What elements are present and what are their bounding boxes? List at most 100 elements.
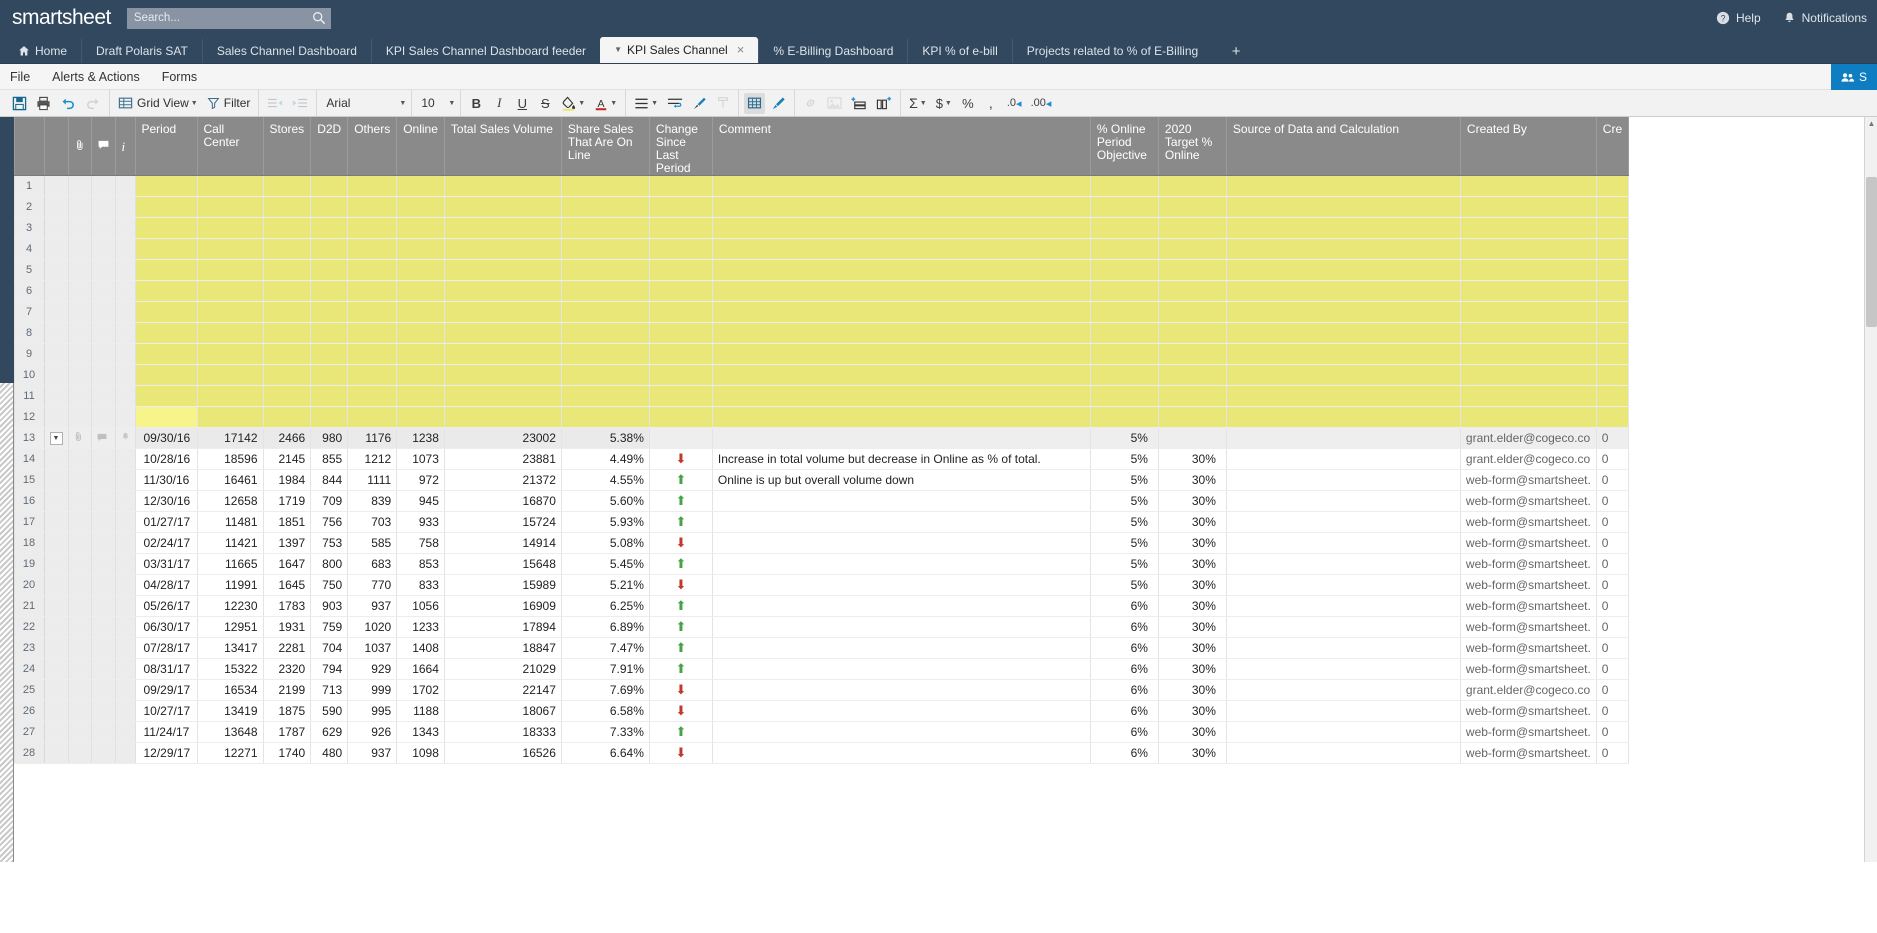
cell-source-of-data[interactable] (1226, 637, 1461, 659)
cell-comment[interactable] (712, 532, 1091, 554)
cell-total-sales-volume[interactable]: 18847 (444, 637, 562, 659)
cell-total-sales-volume[interactable]: 23002 (444, 427, 562, 449)
cell-pct-online-objective[interactable]: 5% (1090, 511, 1159, 533)
attachment-cell[interactable] (68, 616, 92, 638)
row-number[interactable]: 6 (14, 280, 45, 302)
cell-total-sales-volume[interactable]: 18333 (444, 721, 562, 743)
attachment-cell[interactable] (68, 721, 92, 743)
gutter-cell[interactable]: ▼ (44, 427, 69, 449)
attachment-cell[interactable] (68, 553, 92, 575)
info-cell[interactable] (115, 637, 136, 659)
undo-icon[interactable] (57, 93, 79, 114)
column-header-period[interactable]: Period (135, 117, 198, 176)
info-cell[interactable] (115, 553, 136, 575)
cell-created-extra[interactable]: 0 (1596, 700, 1630, 722)
cell-stores[interactable]: 2145 (263, 448, 312, 470)
cell-change[interactable] (649, 238, 713, 260)
row-number[interactable]: 5 (14, 259, 45, 281)
cell-period[interactable] (135, 322, 198, 344)
cell-source-of-data[interactable] (1226, 574, 1461, 596)
cell-call-center[interactable]: 12230 (197, 595, 264, 617)
cell-objective[interactable] (1090, 196, 1159, 218)
cell-2020-target-pct-online[interactable]: 30% (1158, 742, 1227, 764)
gutter-cell[interactable] (44, 595, 69, 617)
cell-d2d[interactable]: 709 (310, 490, 349, 512)
cell-period[interactable]: 08/31/17 (135, 658, 198, 680)
cell-call-center[interactable] (197, 259, 264, 281)
attachment-cell[interactable] (68, 679, 92, 701)
tab-projects-related-to-e-billing[interactable]: Projects related to % of E-Billing (1011, 39, 1212, 63)
attachment-cell[interactable] (68, 259, 92, 281)
cell-change-since-last-period[interactable]: ⬆ (649, 637, 713, 659)
table-row[interactable]: 22 06/30/17 12951 1931 759 1020 1233 17894 6.89%… (0, 616, 1630, 638)
cell-others[interactable]: 995 (347, 700, 398, 722)
row-number[interactable]: 8 (14, 322, 45, 344)
table-row[interactable]: 16 12/30/16 12658 1719 709 839 945 16870 5.60% ⬆ 5… (0, 490, 1630, 512)
cell-comment[interactable] (712, 616, 1091, 638)
table-row[interactable]: 13 ▼ 09/30/16 17142 2466 980 1176 1238 23002 5.38… (0, 427, 1630, 449)
cell-share-sales-online[interactable]: 7.69% (561, 679, 650, 701)
comment-cell[interactable] (91, 280, 116, 302)
cell-created-by[interactable] (1460, 343, 1597, 365)
cell-others[interactable]: 703 (347, 511, 398, 533)
cell-share[interactable] (561, 322, 650, 344)
cell-online[interactable]: 1408 (396, 637, 445, 659)
row-menu-icon[interactable]: ▼ (49, 432, 63, 446)
info-cell[interactable] (115, 490, 136, 512)
comment-cell[interactable] (91, 175, 116, 197)
cell-comment[interactable] (712, 217, 1091, 239)
notifications-button[interactable]: Notifications (1783, 11, 1867, 25)
cell-call-center[interactable] (197, 280, 264, 302)
cell-period[interactable]: 12/30/16 (135, 490, 198, 512)
cell-source[interactable] (1226, 175, 1461, 197)
cell-period[interactable] (135, 196, 198, 218)
cell-objective[interactable] (1090, 406, 1159, 428)
cell-period[interactable]: 04/28/17 (135, 574, 198, 596)
scroll-up-arrow[interactable]: ▲ (1866, 119, 1877, 130)
cell-call-center[interactable]: 16461 (197, 469, 264, 491)
cell-d2d[interactable]: 980 (310, 427, 349, 449)
column-header-comment[interactable] (91, 117, 116, 176)
borders-button[interactable] (744, 92, 766, 114)
cell-created-by[interactable]: web-form@smartsheet. (1460, 637, 1597, 659)
italic-button[interactable]: I (489, 93, 509, 114)
gutter-cell[interactable] (44, 616, 69, 638)
chevron-down-icon[interactable]: ▼ (920, 100, 927, 107)
cell-call-center[interactable]: 18596 (197, 448, 264, 470)
percent-button[interactable]: % (958, 93, 978, 114)
cell-online[interactable] (396, 238, 445, 260)
cell-target[interactable] (1158, 322, 1227, 344)
cell-pct-online-objective[interactable]: 5% (1090, 427, 1159, 449)
chevron-down-icon[interactable]: ▼ (578, 100, 585, 107)
comment-cell[interactable] (91, 301, 116, 323)
cell-pct-online-objective[interactable]: 5% (1090, 574, 1159, 596)
chevron-down-icon[interactable]: ▼ (610, 100, 617, 107)
cell-pct-online-objective[interactable]: 6% (1090, 679, 1159, 701)
cell-created-by[interactable]: web-form@smartsheet. (1460, 553, 1597, 575)
cell-pct-online-objective[interactable]: 5% (1090, 553, 1159, 575)
cell-online[interactable]: 833 (396, 574, 445, 596)
cell-period[interactable] (135, 406, 198, 428)
cell-d2d[interactable] (310, 259, 349, 281)
vertical-scrollbar-thumb[interactable] (1866, 177, 1877, 327)
close-icon[interactable]: × (737, 37, 745, 63)
table-row[interactable]: 14 10/28/16 18596 2145 855 1212 1073 23881 4.49%… (0, 448, 1630, 470)
attachment-cell[interactable] (68, 427, 92, 449)
cell-source-of-data[interactable] (1226, 679, 1461, 701)
cell-comment[interactable] (712, 595, 1091, 617)
cell-comment[interactable] (712, 658, 1091, 680)
row-number[interactable]: 7 (14, 301, 45, 323)
cell-comment[interactable] (712, 280, 1091, 302)
cell-total[interactable] (444, 406, 562, 428)
cell-source[interactable] (1226, 196, 1461, 218)
attachment-cell[interactable] (68, 511, 92, 533)
cell-change-since-last-period[interactable] (649, 427, 713, 449)
row-number[interactable]: 25 (14, 679, 45, 701)
cell-stores[interactable] (263, 259, 312, 281)
info-cell[interactable] (115, 742, 136, 764)
cell-call-center[interactable] (197, 175, 264, 197)
cell-period[interactable] (135, 259, 198, 281)
row-number[interactable]: 27 (14, 721, 45, 743)
row-number[interactable]: 17 (14, 511, 45, 533)
cell-stores[interactable]: 1851 (263, 511, 312, 533)
